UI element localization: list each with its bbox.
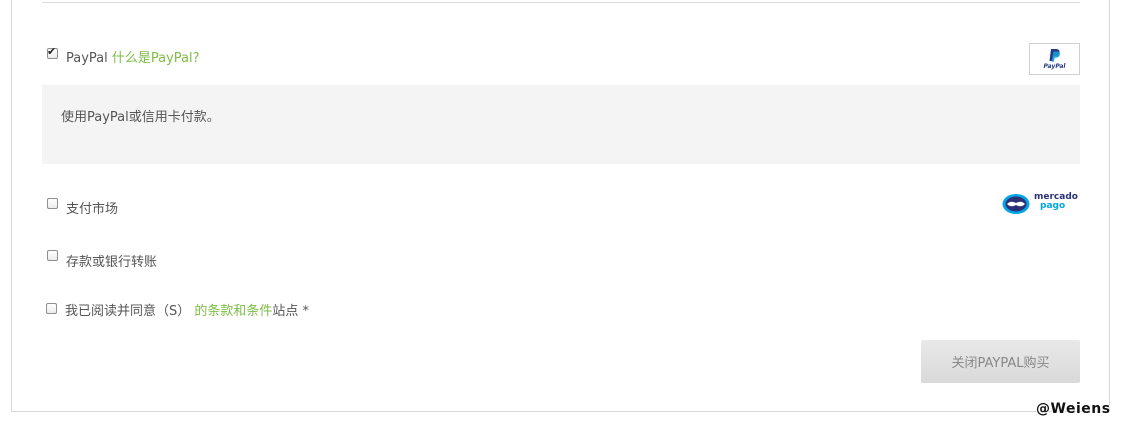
watermark: @Weiens — [1036, 401, 1111, 417]
handshake-icon — [1002, 194, 1030, 214]
bank-transfer-label: 存款或银行转账 — [66, 255, 158, 270]
mercado-pago-wordmark: mercado pago — [1034, 193, 1078, 211]
paypal-description: 使用PayPal或信用卡付款。 — [61, 110, 220, 125]
checkmark-icon: ✔ — [47, 45, 57, 58]
bank-transfer-checkbox[interactable] — [47, 250, 58, 261]
paypal-option-label: PayPal 什么是PayPal? — [66, 47, 200, 66]
terms-suffix: 站点 * — [272, 304, 310, 319]
close-paypal-purchase-button[interactable]: 关闭PAYPAL购买 — [921, 340, 1080, 383]
paypal-p-icon — [1049, 49, 1060, 62]
what-is-paypal-link[interactable]: 什么是PayPal? — [112, 51, 200, 66]
mercado-pago-label: 支付市场 — [66, 202, 119, 217]
mercado-pago-checkbox[interactable] — [47, 198, 58, 209]
paypal-description-box: 使用PayPal或信用卡付款。 — [42, 85, 1080, 164]
mercado-pago-line2: pago — [1040, 201, 1066, 211]
paypal-logo-text: PayPal — [1043, 63, 1066, 70]
paypal-checkbox[interactable]: ✔ — [47, 45, 58, 59]
divider — [42, 2, 1080, 3]
paypal-label: PayPal — [66, 51, 108, 66]
terms-prefix: 我已阅读并同意（S） — [65, 304, 191, 319]
paypal-logo: PayPal — [1029, 43, 1080, 75]
mercado-pago-logo: mercado pago — [1002, 192, 1082, 216]
terms-label: 我已阅读并同意（S） 的条款和条件站点 * — [65, 300, 309, 319]
terms-checkbox[interactable] — [46, 303, 57, 314]
terms-and-conditions-link[interactable]: 的条款和条件 — [194, 304, 272, 319]
